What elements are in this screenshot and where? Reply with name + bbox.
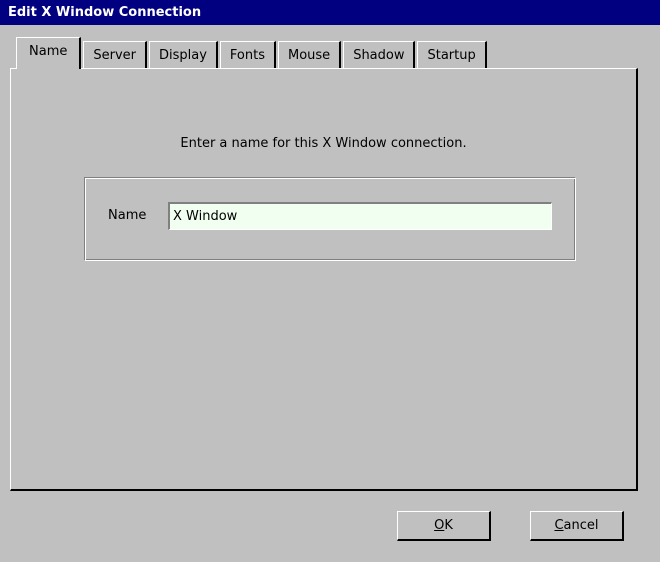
edit-x-window-connection-dialog: Edit X Window Connection Name Server Dis… <box>0 0 660 562</box>
tab-server[interactable]: Server <box>83 41 147 69</box>
window-title-bar[interactable]: Edit X Window Connection <box>0 0 660 25</box>
window-title: Edit X Window Connection <box>8 5 202 20</box>
name-input[interactable] <box>168 202 552 230</box>
tab-name[interactable]: Name <box>16 37 82 69</box>
cancel-mnemonic: C <box>554 518 564 533</box>
tab-fonts[interactable]: Fonts <box>219 41 276 69</box>
tab-bar: Name Server Display Fonts Mouse Shadow S… <box>16 37 489 69</box>
ok-mnemonic: O <box>434 518 445 533</box>
ok-label-rest: K <box>444 518 453 533</box>
instruction-text: Enter a name for this X Window connectio… <box>180 136 467 151</box>
cancel-label-rest: ancel <box>563 518 599 533</box>
name-group-box: Name <box>84 177 576 261</box>
cancel-button[interactable]: Cancel <box>530 511 624 541</box>
ok-button[interactable]: OK <box>397 511 491 541</box>
tab-startup[interactable]: Startup <box>417 41 487 69</box>
tab-shadow[interactable]: Shadow <box>343 41 416 69</box>
tab-display[interactable]: Display <box>149 41 218 69</box>
name-label: Name <box>108 208 147 223</box>
tab-panel-name: Enter a name for this X Window connectio… <box>10 68 638 491</box>
tab-mouse[interactable]: Mouse <box>278 41 342 69</box>
